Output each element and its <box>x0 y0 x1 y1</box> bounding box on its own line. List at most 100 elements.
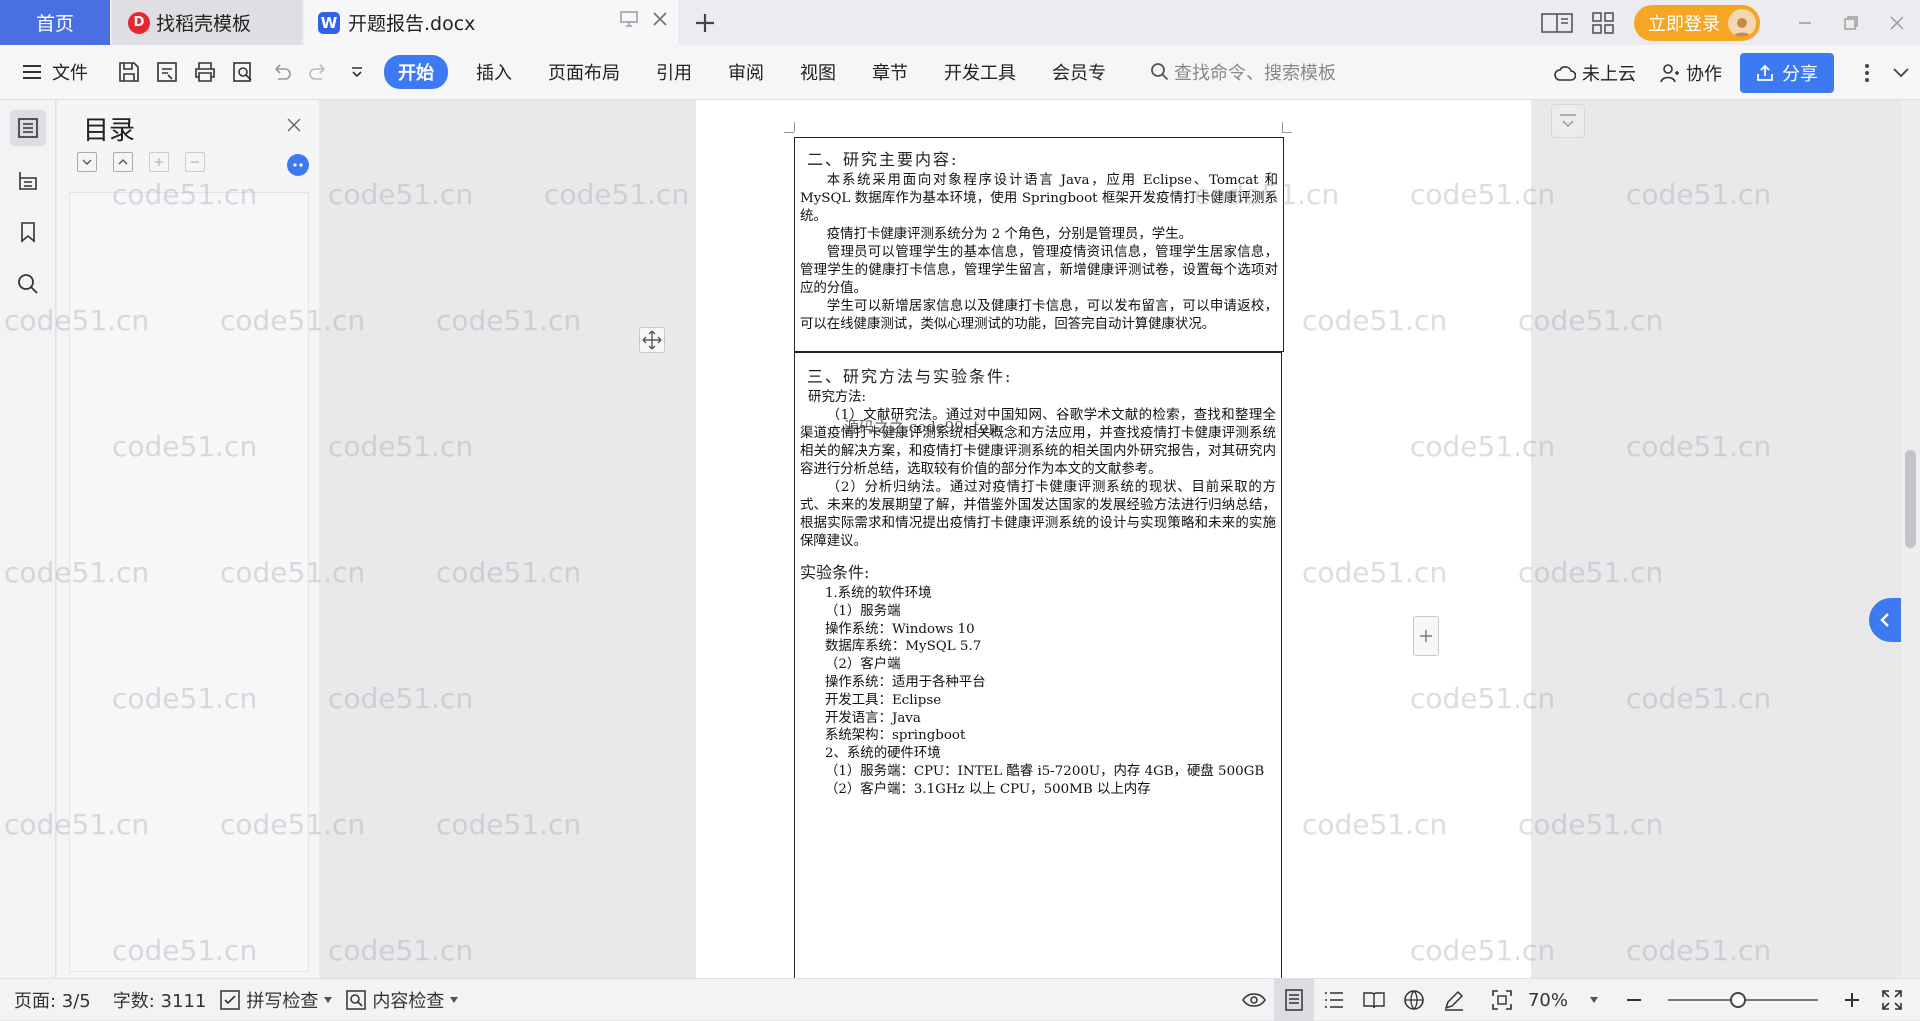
conditions-line: 系统架构：springboot <box>825 728 966 744</box>
conditions-line: （2）客户端 <box>825 657 901 673</box>
web-view-icon[interactable] <box>1394 979 1434 1021</box>
scrollbar-thumb[interactable] <box>1905 450 1916 548</box>
tab-home[interactable]: 首页 <box>0 0 110 45</box>
close-icon[interactable] <box>283 114 305 136</box>
find-icon[interactable] <box>10 266 46 302</box>
zoom-out-icon[interactable] <box>1614 979 1654 1021</box>
tab-template-store[interactable]: D 找稻壳模板 <box>112 0 302 45</box>
redo-icon[interactable] <box>306 59 332 85</box>
section2-title: 二、研究主要内容: <box>807 150 959 169</box>
tab-member[interactable]: 会员专 <box>1034 59 1124 85</box>
tab-view[interactable]: 视图 <box>782 59 854 85</box>
outline-view-icon[interactable] <box>1314 979 1354 1021</box>
customize-quick-access-icon[interactable] <box>344 59 370 85</box>
zoom-slider-thumb[interactable] <box>1730 992 1746 1008</box>
content-check-button[interactable]: 内容检查 <box>332 987 459 1013</box>
tab-document-label: 开题报告.docx <box>348 13 476 35</box>
collapse-ribbon-icon[interactable] <box>1882 58 1920 88</box>
minimize-icon[interactable] <box>1782 0 1828 45</box>
print-icon[interactable] <box>192 59 218 85</box>
monitor-icon[interactable] <box>620 11 638 27</box>
reading-mode-icon[interactable] <box>1354 979 1394 1021</box>
tab-references[interactable]: 引用 <box>638 59 710 85</box>
cloud-status[interactable]: 未上云 <box>1542 60 1648 86</box>
side-panel-toggle-icon[interactable] <box>1869 598 1901 642</box>
chapter-nav-icon[interactable] <box>10 162 46 198</box>
share-label: 分享 <box>1782 63 1818 85</box>
page-view-icon[interactable] <box>1273 979 1314 1021</box>
expand-all-icon[interactable] <box>77 152 97 172</box>
filter-icon[interactable] <box>1551 104 1585 138</box>
docer-logo-icon: D <box>128 11 150 34</box>
chevron-down-icon <box>450 996 459 1003</box>
apps-grid-icon[interactable] <box>1580 0 1626 45</box>
tab-chapter[interactable]: 章节 <box>854 59 926 85</box>
tab-start[interactable]: 开始 <box>384 55 448 89</box>
chevron-down-icon <box>1574 979 1614 1021</box>
fit-page-icon[interactable] <box>1482 979 1522 1021</box>
hamburger-icon <box>22 64 42 80</box>
conditions-line: 操作系统：适用于各种平台 <box>825 674 986 690</box>
table-move-handle-icon[interactable] <box>639 327 665 353</box>
save-icon[interactable] <box>116 59 142 85</box>
print-preview-icon[interactable] <box>230 59 256 85</box>
ai-assistant-icon[interactable] <box>287 154 309 176</box>
login-button[interactable]: 立即登录 <box>1634 4 1760 41</box>
toc-list <box>69 192 309 972</box>
section2-para: 疫情打卡健康评测系统分为 2 个角色，分别是管理员，学生。 <box>826 227 1192 242</box>
remove-heading-icon[interactable] <box>185 152 205 172</box>
more-options-icon[interactable] <box>1852 58 1882 88</box>
command-search[interactable]: 查找命令、搜索模板 <box>1146 59 1406 85</box>
document-page: 二、研究主要内容: 本系统采用面向对象程序设计语言 Java，应用 Eclips… <box>696 100 1531 978</box>
export-pdf-icon[interactable] <box>154 59 180 85</box>
conditions-title: 实验条件: <box>800 563 870 582</box>
tab-review[interactable]: 审阅 <box>710 59 782 85</box>
tab-page-layout[interactable]: 页面布局 <box>530 59 638 85</box>
content-check-icon <box>346 989 367 1010</box>
spell-check-label: 拼写检查 <box>246 990 319 1012</box>
section2-body: 本系统采用面向对象程序设计语言 Java，应用 Eclipse、Tomcat 和… <box>800 172 1278 334</box>
add-column-icon[interactable] <box>1413 616 1439 656</box>
conditions-line: 开发工具：Eclipse <box>825 692 942 708</box>
navigation-rail <box>0 100 56 978</box>
collab-label: 协作 <box>1686 63 1722 85</box>
tab-insert[interactable]: 插入 <box>458 59 530 85</box>
vertical-scrollbar[interactable] <box>1901 100 1920 978</box>
section3-title: 三、研究方法与实验条件: <box>807 367 1013 386</box>
file-menu[interactable]: 文件 <box>0 59 88 85</box>
methods-label: 研究方法: <box>808 390 867 405</box>
zoom-in-icon[interactable] <box>1832 979 1872 1021</box>
undo-icon[interactable] <box>268 59 294 85</box>
bookmark-icon[interactable] <box>10 214 46 250</box>
tab-developer[interactable]: 开发工具 <box>926 59 1034 85</box>
chevron-down-icon <box>324 996 333 1003</box>
zoom-slider[interactable] <box>1668 992 1818 1008</box>
cloud-icon <box>1554 64 1576 82</box>
share-button[interactable]: 分享 <box>1740 52 1834 93</box>
fullscreen-icon[interactable] <box>1872 979 1912 1021</box>
restore-icon[interactable] <box>1828 0 1874 45</box>
collab-button[interactable]: 协作 <box>1648 60 1734 86</box>
close-tab-icon[interactable] <box>652 11 668 27</box>
conditions-line: 数据库系统：MySQL 5.7 <box>825 639 982 655</box>
tab-document[interactable]: W 开题报告.docx <box>304 0 678 45</box>
section3-table-cell: 三、研究方法与实验条件: 研究方法: （1）文献研究法。通过对中国知网、谷歌学术… <box>794 352 1282 978</box>
cloud-status-label: 未上云 <box>1582 63 1636 85</box>
spell-check-icon <box>220 989 241 1010</box>
wps-writer-icon: W <box>318 11 340 34</box>
word-count[interactable]: 字数: 3111 <box>91 987 207 1013</box>
zoom-level[interactable]: 70% <box>1522 979 1614 1021</box>
eye-protection-icon[interactable] <box>1234 979 1274 1021</box>
new-tab-icon[interactable] <box>690 8 720 38</box>
add-heading-icon[interactable] <box>149 152 169 172</box>
close-window-icon[interactable] <box>1874 0 1920 45</box>
spell-check-button[interactable]: 拼写检查 <box>206 987 333 1013</box>
page-indicator[interactable]: 页面: 3/5 <box>0 987 91 1013</box>
conditions-line: 开发语言：Java <box>825 710 921 726</box>
pen-icon[interactable] <box>1434 979 1474 1021</box>
toc-panel: 目录 <box>57 100 319 978</box>
toc-title: 目录 <box>83 116 136 146</box>
toc-panel-icon[interactable] <box>10 110 46 146</box>
window-layout-icon[interactable] <box>1534 0 1580 45</box>
collapse-all-icon[interactable] <box>113 152 133 172</box>
